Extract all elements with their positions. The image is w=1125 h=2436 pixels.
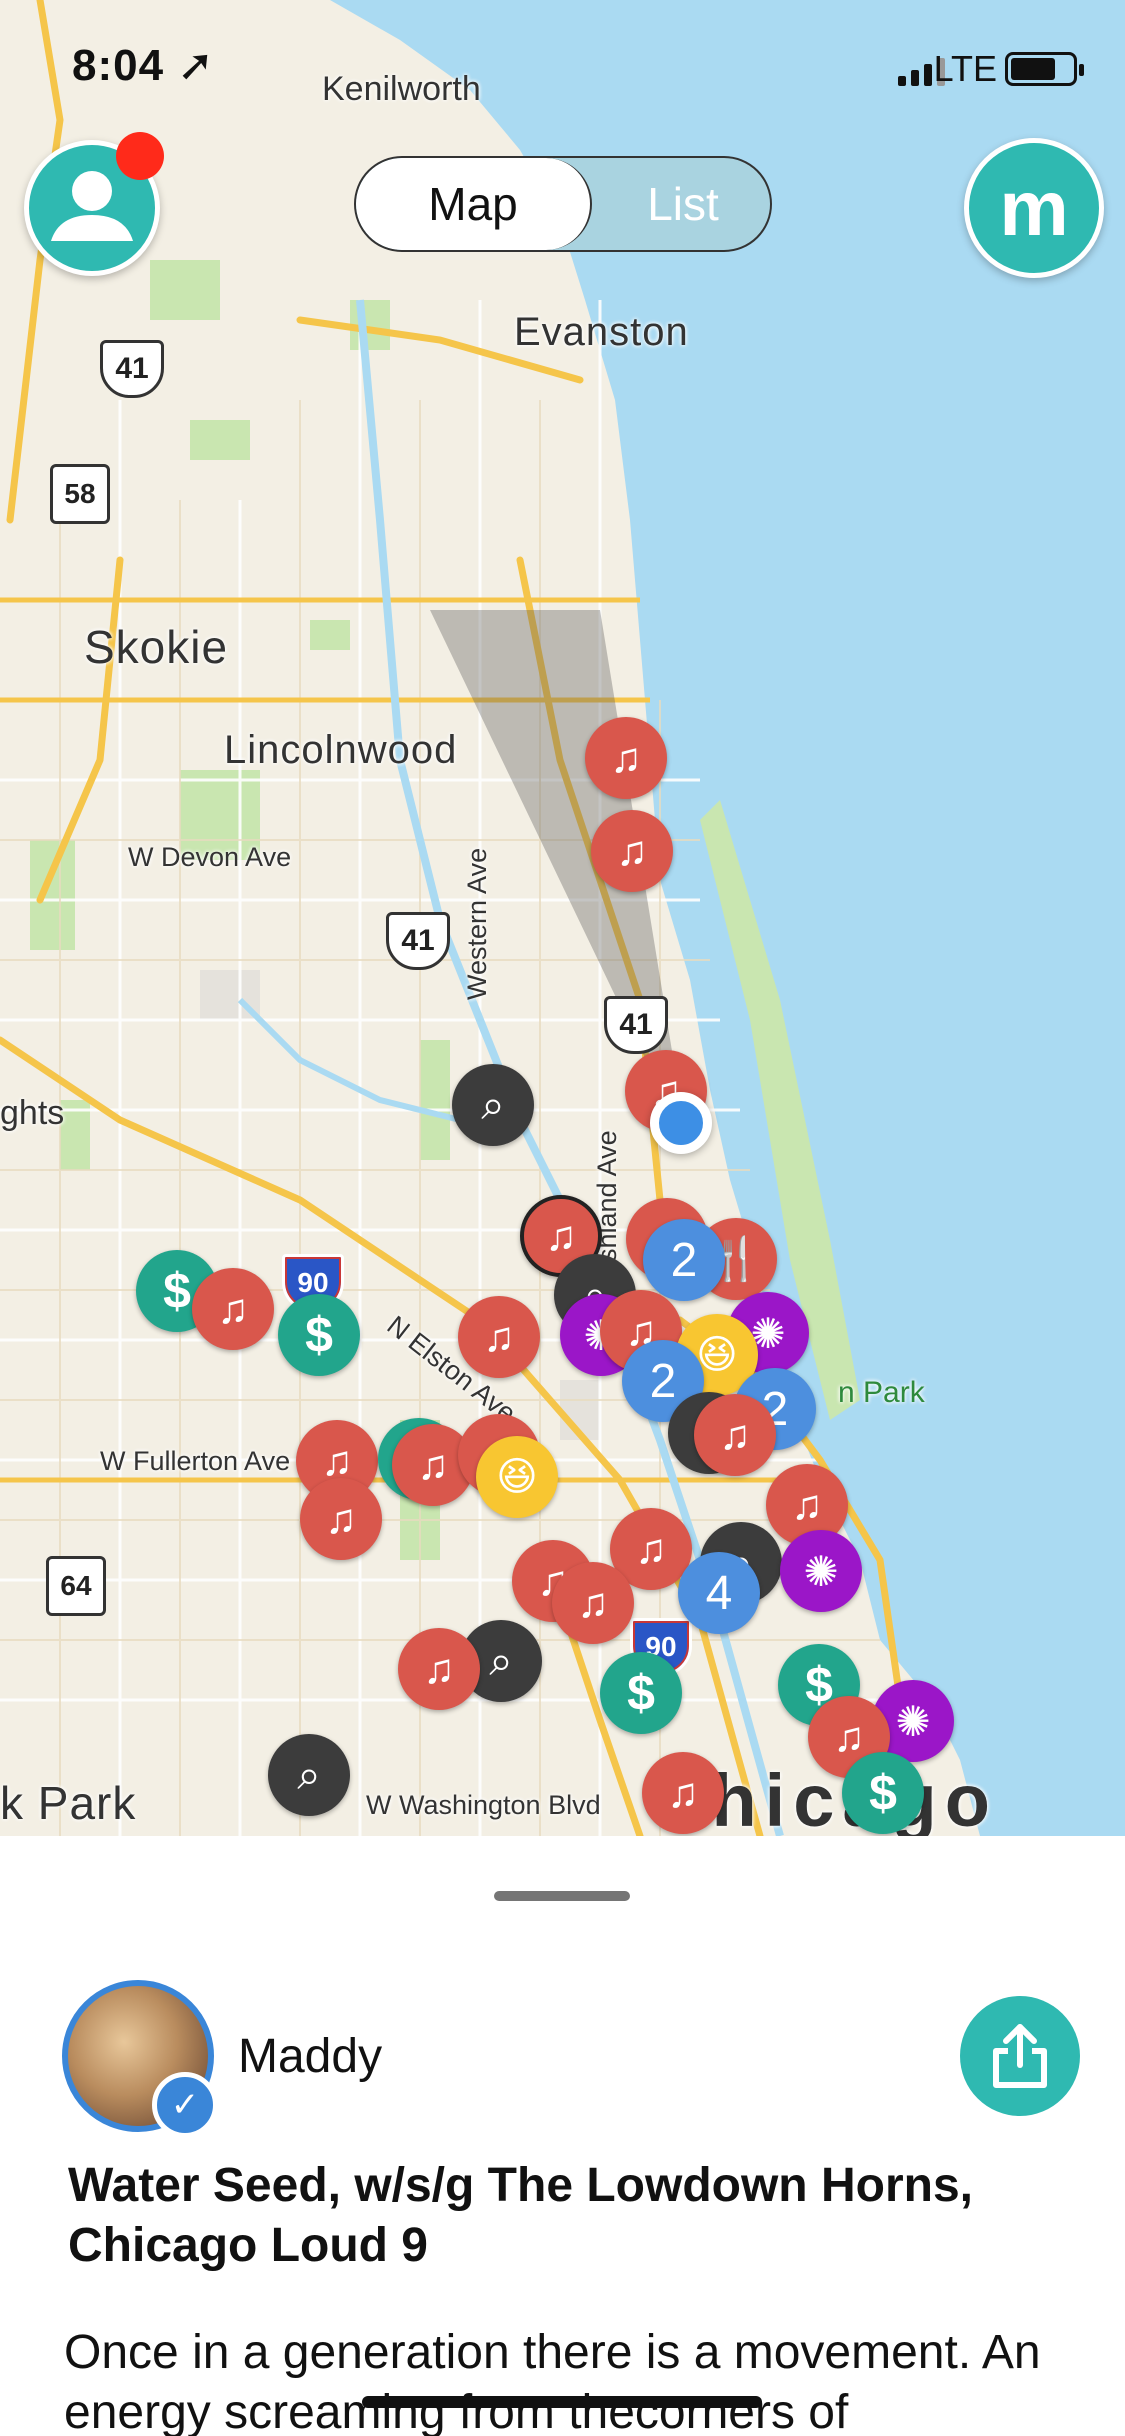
street-label-washington: W Washington Blvd xyxy=(366,1790,601,1820)
notification-badge xyxy=(116,132,164,180)
deal-event-pin[interactable]: $ xyxy=(278,1294,360,1376)
place-label-lincoln-park: n Park xyxy=(838,1376,925,1409)
emoji-event-pin[interactable]: 😆 xyxy=(476,1436,558,1518)
street-label-fullerton: W Fullerton Ave xyxy=(100,1446,291,1476)
music-event-pin[interactable]: ♫ xyxy=(458,1296,540,1378)
tab-list[interactable]: List xyxy=(592,158,770,250)
route-shield-41: 41 xyxy=(604,996,668,1054)
music-event-pin[interactable]: ♫ xyxy=(192,1268,274,1350)
music-event-pin[interactable]: ♫ xyxy=(694,1394,776,1476)
event-description: Once in a generation there is a movement… xyxy=(64,2326,1041,2436)
map-view[interactable]: Kenilworth Evanston Skokie Lincolnwood W… xyxy=(0,0,1125,1836)
status-time: 8:04 ➚ xyxy=(72,41,216,90)
route-shield-41: 41 xyxy=(100,340,164,398)
music-event-pin[interactable]: ♫ xyxy=(591,810,673,892)
event-cluster-pin[interactable]: 4 xyxy=(678,1552,760,1634)
place-label-skokie: Skokie xyxy=(84,621,229,673)
network-type: LTE xyxy=(933,48,997,89)
search-pin[interactable]: ⌕ xyxy=(268,1734,350,1816)
search-pin[interactable]: ⌕ xyxy=(452,1064,534,1146)
music-event-pin[interactable]: ♫ xyxy=(642,1752,724,1834)
music-event-pin[interactable]: ♫ xyxy=(300,1478,382,1560)
route-shield-41: 41 xyxy=(386,912,450,970)
music-event-pin[interactable]: ♫ xyxy=(585,717,667,799)
music-event-pin[interactable]: ♫ xyxy=(398,1628,480,1710)
home-indicator[interactable] xyxy=(362,2396,762,2408)
event-cluster-pin[interactable]: 2 xyxy=(643,1219,725,1301)
street-label-western: Western Ave xyxy=(462,847,492,1000)
battery-icon xyxy=(1005,52,1084,86)
sheet-drag-handle[interactable] xyxy=(494,1891,630,1901)
route-shield-58: 58 xyxy=(50,464,110,524)
event-detail-sheet[interactable]: ✓ Maddy Water Seed, w/s/g The Lowdown Ho… xyxy=(0,1836,1125,2436)
verified-check-icon: ✓ xyxy=(152,2072,218,2138)
place-label-heights: ghts xyxy=(0,1094,65,1132)
view-toggle[interactable]: Map List xyxy=(354,156,772,252)
host-username[interactable]: Maddy xyxy=(238,2029,382,2084)
place-label-lincolnwood: Lincolnwood xyxy=(224,728,458,772)
status-bar: 8:04 ➚ LTE xyxy=(0,0,1125,140)
current-location-dot xyxy=(650,1092,712,1154)
deal-event-pin[interactable]: $ xyxy=(600,1652,682,1734)
share-button[interactable] xyxy=(960,1996,1080,2116)
share-icon xyxy=(993,2024,1047,2088)
route-shield-64: 64 xyxy=(46,1556,106,1616)
disco-event-pin[interactable]: ✺ xyxy=(780,1530,862,1612)
event-title: Water Seed, w/s/g The Lowdown Horns, Chi… xyxy=(68,2159,973,2272)
place-label-evanston: Evanston xyxy=(514,310,689,354)
street-label-devon: W Devon Ave xyxy=(128,842,292,872)
brand-menu-button[interactable]: m xyxy=(964,138,1104,278)
place-label-oak-park: k Park xyxy=(0,1777,137,1829)
tab-map[interactable]: Map xyxy=(356,158,592,250)
deal-event-pin[interactable]: $ xyxy=(842,1752,924,1834)
music-event-pin[interactable]: ♫ xyxy=(552,1562,634,1644)
